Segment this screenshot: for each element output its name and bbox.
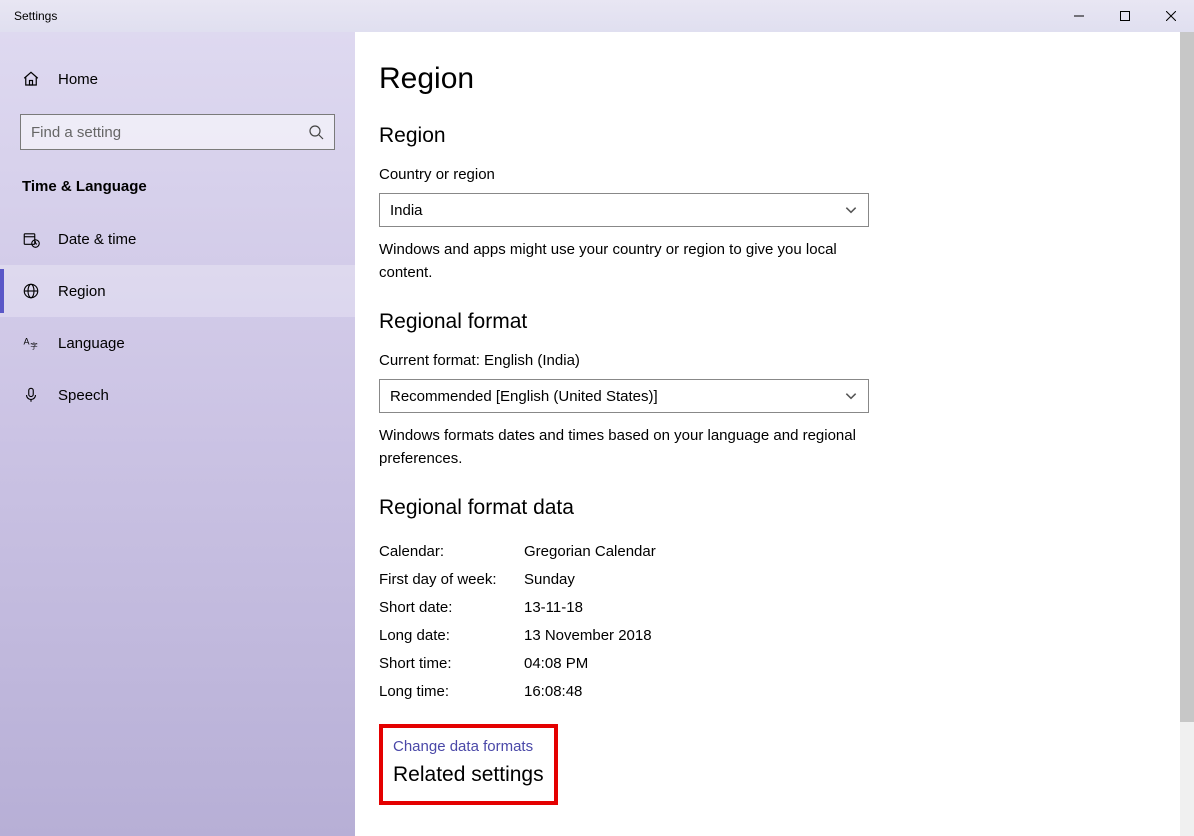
format-data-heading: Regional format data bbox=[379, 496, 1194, 520]
nav-region[interactable]: Region bbox=[0, 265, 355, 317]
home-label: Home bbox=[58, 71, 98, 88]
region-heading: Region bbox=[379, 124, 1194, 148]
nav-label: Date & time bbox=[58, 231, 136, 248]
sidebar: Home Time & Language Date & time bbox=[0, 32, 355, 836]
table-row: Long date:13 November 2018 bbox=[379, 622, 1194, 650]
microphone-icon bbox=[22, 386, 40, 404]
app-title: Settings bbox=[0, 9, 57, 23]
country-value: India bbox=[390, 202, 423, 219]
search-box[interactable] bbox=[20, 114, 335, 150]
nav-label: Speech bbox=[58, 387, 109, 404]
table-row: Short time:04:08 PM bbox=[379, 650, 1194, 678]
nav-date-time[interactable]: Date & time bbox=[0, 213, 355, 265]
change-data-formats-link[interactable]: Change data formats bbox=[393, 730, 544, 763]
minimize-button[interactable] bbox=[1056, 0, 1102, 32]
nav-language[interactable]: A字 Language bbox=[0, 317, 355, 369]
home-nav[interactable]: Home bbox=[0, 60, 355, 98]
language-icon: A字 bbox=[22, 334, 40, 352]
format-value: Recommended [English (United States)] bbox=[390, 388, 658, 405]
table-row: Long time:16:08:48 bbox=[379, 678, 1194, 706]
highlight-annotation: Change data formats Related settings bbox=[379, 724, 558, 805]
table-row: First day of week:Sunday bbox=[379, 566, 1194, 594]
titlebar: Settings bbox=[0, 0, 1194, 32]
country-dropdown[interactable]: India bbox=[379, 193, 869, 227]
svg-text:字: 字 bbox=[30, 340, 38, 350]
format-description: Windows formats dates and times based on… bbox=[379, 425, 879, 470]
chevron-down-icon bbox=[844, 203, 858, 217]
table-row: Calendar:Gregorian Calendar bbox=[379, 538, 1194, 566]
related-settings-heading: Related settings bbox=[393, 763, 544, 787]
svg-text:A: A bbox=[24, 337, 30, 347]
nav-speech[interactable]: Speech bbox=[0, 369, 355, 421]
nav-label: Region bbox=[58, 283, 106, 300]
page-title: Region bbox=[379, 62, 1194, 96]
chevron-down-icon bbox=[844, 389, 858, 403]
format-heading: Regional format bbox=[379, 310, 1194, 334]
country-description: Windows and apps might use your country … bbox=[379, 239, 879, 284]
nav-label: Language bbox=[58, 335, 125, 352]
close-button[interactable] bbox=[1148, 0, 1194, 32]
table-row: Short date:13-11-18 bbox=[379, 594, 1194, 622]
format-dropdown[interactable]: Recommended [English (United States)] bbox=[379, 379, 869, 413]
maximize-button[interactable] bbox=[1102, 0, 1148, 32]
current-format-label: Current format: English (India) bbox=[379, 352, 1194, 369]
calendar-clock-icon bbox=[22, 230, 40, 248]
vertical-scrollbar[interactable] bbox=[1180, 32, 1194, 836]
home-icon bbox=[22, 70, 40, 88]
search-input[interactable] bbox=[31, 124, 308, 141]
country-label: Country or region bbox=[379, 166, 1194, 183]
main-content: Region Region Country or region India Wi… bbox=[355, 32, 1194, 836]
globe-icon bbox=[22, 282, 40, 300]
format-data-table: Calendar:Gregorian Calendar First day of… bbox=[379, 538, 1194, 706]
search-icon bbox=[308, 124, 324, 140]
sidebar-section-title: Time & Language bbox=[0, 150, 355, 213]
settings-window: Settings Home bbox=[0, 0, 1194, 836]
scrollbar-thumb[interactable] bbox=[1180, 32, 1194, 722]
